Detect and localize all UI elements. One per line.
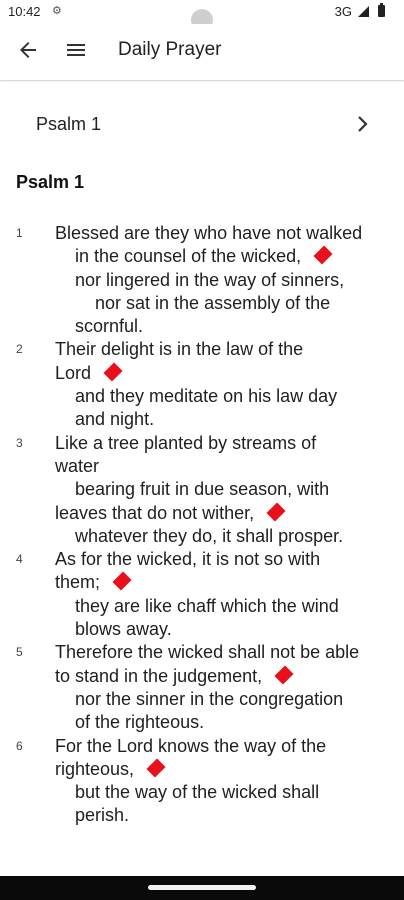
app-bar: Daily Prayer — [0, 24, 404, 81]
verse-line: water — [0, 455, 404, 478]
diamond-marker-icon[interactable] — [146, 758, 166, 778]
verse-line: them; — [0, 571, 404, 594]
status-bar: 10:42 ⚙ 3G — [0, 0, 404, 31]
verse-line-text: nor sat in the assembly of the — [95, 292, 331, 313]
verse-line-text: and night. — [75, 409, 155, 430]
verse: 2 Their delight is in the law of the Lord a… — [0, 338, 404, 431]
verse-line-text: blows away. — [75, 619, 172, 640]
verse-line: bearing fruit in due season, with — [0, 478, 404, 501]
verse-line: For the Lord knows the way of the — [0, 735, 404, 758]
verse-line: leaves that do not wither, — [0, 502, 404, 525]
verse: 3 Like a tree planted by streams of water b… — [0, 432, 404, 548]
verse: 1 Blessed are they who have not walked in … — [0, 222, 404, 338]
verse-line-text: Blessed are they who have not walked — [55, 223, 363, 243]
psalm-heading: Psalm 1 — [16, 172, 85, 192]
verse-line: scornful. — [0, 315, 404, 338]
verse-line: Their delight is in the law of the — [0, 338, 404, 361]
verse-line: nor sat in the assembly of the — [0, 292, 404, 315]
diamond-marker-icon[interactable] — [274, 665, 294, 685]
verse-line-text: water — [55, 455, 100, 476]
home-gesture-handle[interactable] — [148, 885, 256, 890]
verse-line-text: As for the wicked, it is not so with — [55, 549, 321, 570]
verse-line-text: For the Lord knows the way of the — [55, 735, 327, 756]
psalm-selector-label: Psalm 1 — [36, 114, 102, 134]
verse-line-text: them; — [55, 572, 101, 593]
verse-line-text: and they meditate on his law day — [75, 386, 338, 407]
arrow-left-icon[interactable] — [16, 38, 40, 62]
verse-line: and night. — [0, 408, 404, 431]
verse-line: but the way of the wicked shall — [0, 781, 404, 804]
verse-line-text: but the way of the wicked shall — [75, 782, 320, 803]
verse-line: As for the wicked, it is not so with — [0, 548, 404, 571]
verse-line: Blessed are they who have not walked — [0, 222, 404, 245]
verse-line: righteous, — [0, 758, 404, 781]
verse-line-text: bearing fruit in due season, with — [75, 479, 330, 500]
verse-line-text: to stand in the judgement, — [55, 665, 263, 686]
verse-line-text: Like a tree planted by streams of — [55, 432, 317, 453]
verse-line-text: perish. — [75, 805, 130, 826]
diamond-marker-icon[interactable] — [266, 502, 286, 522]
verse-line-text: Lord — [55, 362, 92, 383]
diamond-marker-icon[interactable] — [112, 571, 132, 591]
verse-line-text: in the counsel of the wicked, — [75, 246, 302, 267]
verse-line: Therefore the wicked shall not be able — [0, 641, 404, 664]
verse-line: and they meditate on his law day — [0, 385, 404, 408]
verse-line: Lord — [0, 362, 404, 385]
verse: 6 For the Lord knows the way of the righte… — [0, 735, 404, 828]
verse-line-text: of the righteous. — [75, 712, 205, 733]
verse-line: nor the sinner in the congregation — [0, 688, 404, 711]
verse-line: blows away. — [0, 618, 404, 641]
verse-line: Like a tree planted by streams of — [0, 432, 404, 455]
verse-line-text: leaves that do not wither, — [55, 502, 255, 523]
network-type: 3G — [334, 4, 352, 19]
diamond-marker-icon[interactable] — [313, 245, 333, 265]
verse-line-text: they are like chaff which the wind — [75, 595, 339, 616]
verse-line-text: righteous, — [55, 758, 135, 779]
psalm-text: 1 Blessed are they who have not walked in … — [0, 222, 404, 828]
chevron-right-icon[interactable] — [356, 115, 370, 133]
psalm-selector[interactable]: Psalm 1 — [0, 94, 404, 154]
verse-line: nor lingered in the way of sinners, — [0, 269, 404, 292]
system-nav-bar — [0, 876, 404, 900]
verse-line-text: Therefore the wicked shall not be able — [55, 642, 360, 663]
verse-line: to stand in the judgement, — [0, 665, 404, 688]
verse-line: perish. — [0, 804, 404, 827]
verse-line: in the counsel of the wicked, — [0, 245, 404, 268]
signal-icon — [358, 6, 369, 17]
verse-line-text: Their delight is in the law of the — [55, 339, 304, 360]
hamburger-menu-icon[interactable] — [64, 38, 88, 62]
verse-line: whatever they do, it shall prosper. — [0, 525, 404, 548]
verse-line-text: nor the sinner in the congregation — [75, 688, 344, 709]
verse-line-text: scornful. — [75, 316, 144, 337]
verse: 5 Therefore the wicked shall not be able t… — [0, 641, 404, 734]
notification-icon: ⚙ — [52, 4, 62, 17]
diamond-marker-icon[interactable] — [103, 362, 123, 382]
verse-line-text: nor lingered in the way of sinners, — [75, 269, 345, 290]
verse-line: they are like chaff which the wind — [0, 595, 404, 618]
verse-line: of the righteous. — [0, 711, 404, 734]
verse: 4 As for the wicked, it is not so with the… — [0, 548, 404, 641]
verse-line-text: whatever they do, it shall prosper. — [75, 525, 344, 546]
battery-icon — [378, 3, 385, 17]
app-title: Daily Prayer — [118, 39, 222, 60]
status-time: 10:42 — [8, 4, 41, 19]
